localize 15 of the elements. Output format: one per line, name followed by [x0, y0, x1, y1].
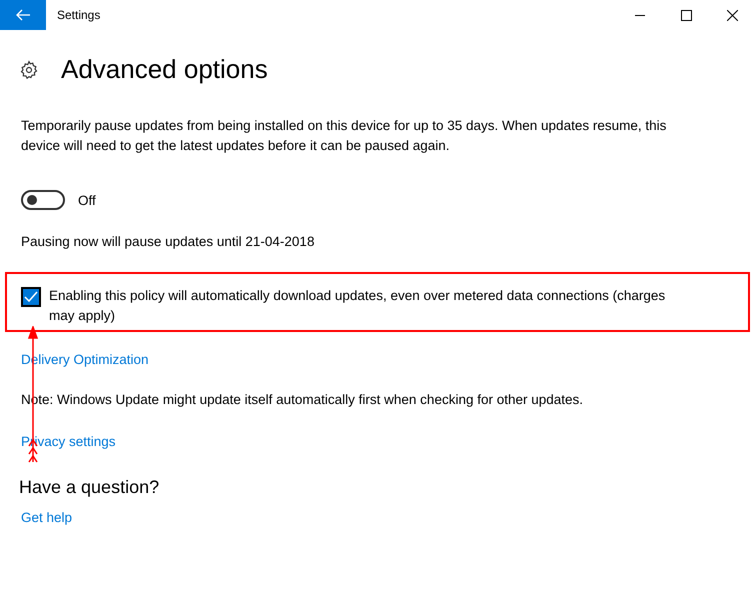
- page-title: Advanced options: [61, 54, 268, 85]
- maximize-icon: [680, 10, 692, 20]
- close-icon: [726, 10, 738, 20]
- pause-description: Temporarily pause updates from being installed on this device for up to 35 days. When updates resume, this device will need to get the latest updates before it can be paused again.: [21, 117, 668, 155]
- toggle-label: Off: [78, 192, 96, 208]
- pause-note: Pausing now will pause updates until 21-04-2018: [21, 233, 316, 251]
- get-help-link[interactable]: Get help: [21, 510, 72, 525]
- metered-checkbox[interactable]: [21, 287, 41, 307]
- back-arrow-icon: [16, 9, 30, 21]
- settings-icon: [19, 60, 39, 80]
- pause-toggle[interactable]: [21, 190, 65, 210]
- checkmark-icon: [24, 291, 38, 303]
- window-title: Settings: [57, 8, 102, 22]
- metered-label: Enabling this policy will automatically download updates, even over metered data connections (charges may apply): [49, 287, 666, 325]
- question-heading: Have a question?: [19, 477, 160, 498]
